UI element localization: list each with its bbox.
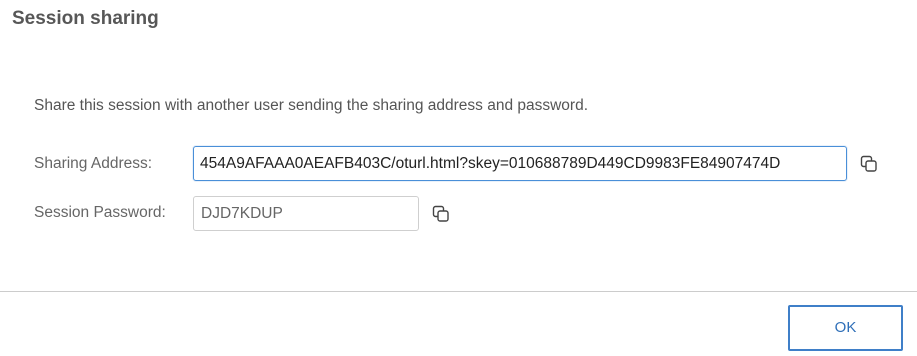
session-sharing-dialog: Session sharing Share this session with … xyxy=(0,0,917,356)
copy-icon xyxy=(432,205,449,222)
sharing-address-field[interactable]: 454A9AFAAA0AEAFB403C/oturl.html?skey=010… xyxy=(193,146,847,181)
ok-button[interactable]: OK xyxy=(788,305,903,351)
footer-divider xyxy=(0,291,917,292)
copy-password-button[interactable] xyxy=(431,204,451,224)
dialog-title: Session sharing xyxy=(12,8,159,29)
session-password-label: Session Password: xyxy=(34,204,166,221)
dialog-description: Share this session with another user sen… xyxy=(34,97,589,114)
sharing-address-value: 454A9AFAAA0AEAFB403C/oturl.html?skey=010… xyxy=(200,155,781,172)
copy-icon xyxy=(860,155,877,172)
session-password-field[interactable]: DJD7KDUP xyxy=(193,196,419,231)
copy-address-button[interactable] xyxy=(859,154,879,174)
sharing-address-label: Sharing Address: xyxy=(34,155,153,172)
